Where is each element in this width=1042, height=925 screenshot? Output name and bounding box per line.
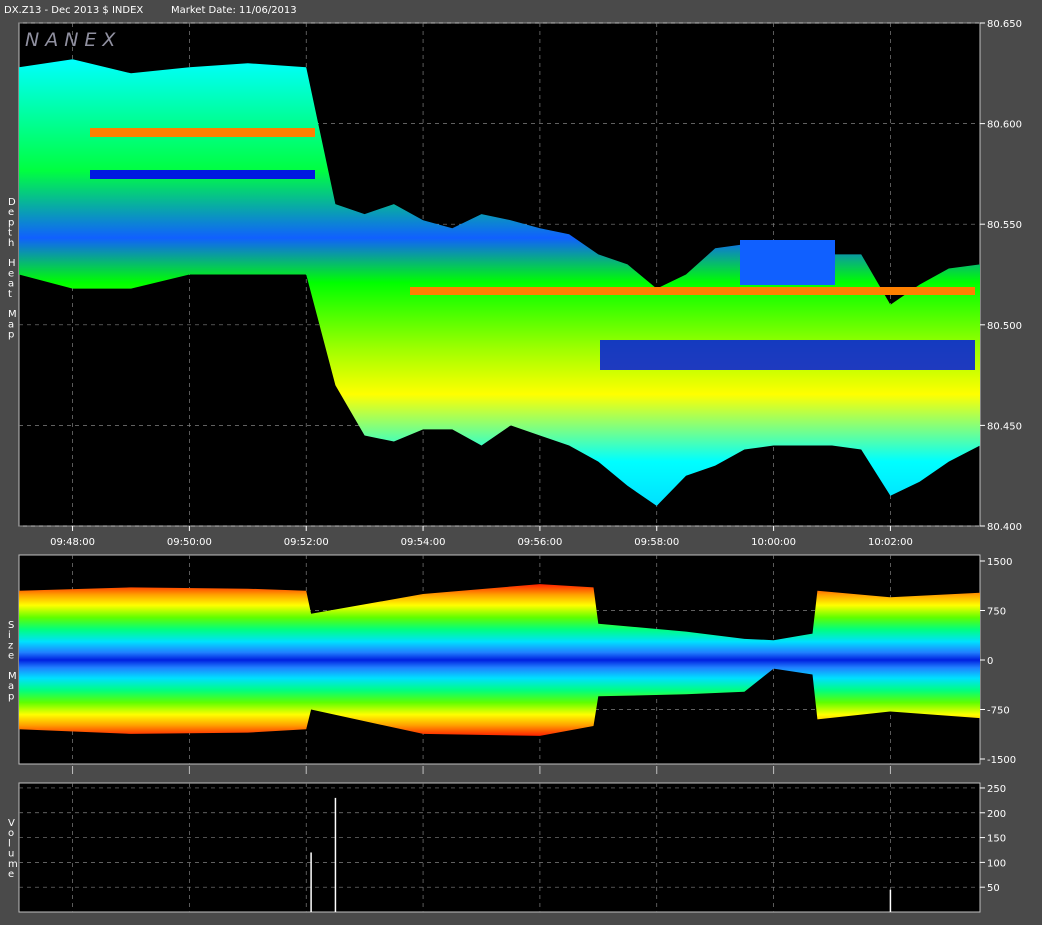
depth-x-tick-label: 09:56:00 (517, 537, 562, 548)
size-map-panel: 1500 750 0 -750 -1500 Size Map (8, 554, 1016, 774)
size-y-axis: 1500 750 0 -750 -1500 (980, 557, 1016, 766)
depth-x-tick-label: 10:00:00 (751, 537, 796, 548)
depth-blue-block (740, 240, 835, 285)
volume-y-label: Volume (8, 818, 18, 880)
volume-panel: 250 200 150 100 50 Volume (8, 782, 1006, 913)
depth-orange-level-top (90, 128, 315, 137)
depth-heat-map-panel: NANEX 09:48:00 09:50:00 09:52:00 09:54:00 09… (8, 19, 1022, 548)
depth-y-tick-label: 80.550 (987, 220, 1022, 231)
size-y-tick-label: -1500 (987, 755, 1016, 766)
depth-y-axis: 80.650 80.600 80.550 80.500 80.450 80.400 (980, 19, 1022, 533)
depth-y-tick-label: 80.650 (987, 19, 1022, 30)
size-y-tick-label: 1500 (987, 557, 1012, 568)
volume-plot-area (18, 782, 981, 913)
depth-y-tick-label: 80.600 (987, 120, 1022, 131)
volume-y-tick-label: 100 (987, 858, 1006, 869)
nanex-watermark: NANEX (25, 29, 121, 51)
volume-y-tick-label: 150 (987, 834, 1006, 845)
depth-blue-level-low (600, 340, 975, 370)
size-y-tick-label: -750 (987, 706, 1010, 717)
depth-x-tick-label: 09:48:00 (50, 537, 95, 548)
depth-x-tick-label: 09:50:00 (167, 537, 212, 548)
depth-x-tick-label: 09:58:00 (634, 537, 679, 548)
volume-y-tick-label: 250 (987, 784, 1006, 795)
volume-y-tick-label: 50 (987, 883, 1000, 894)
depth-blue-level-top (90, 170, 315, 179)
size-y-tick-label: 750 (987, 607, 1006, 618)
chart-canvas: NANEX 09:48:00 09:50:00 09:52:00 09:54:00 09… (8, 19, 1022, 913)
size-envelope (19, 584, 980, 736)
depth-y-tick-label: 80.400 (987, 522, 1022, 533)
depth-x-tick-label: 09:54:00 (401, 537, 446, 548)
depth-y-tick-label: 80.450 (987, 421, 1022, 432)
volume-y-axis: 250 200 150 100 50 (980, 784, 1006, 894)
depth-orange-level-mid (410, 287, 975, 295)
size-y-label: Size Map (8, 620, 17, 702)
size-y-tick-label: 0 (987, 656, 993, 667)
depth-y-tick-label: 80.500 (987, 321, 1022, 332)
depth-x-tick-label: 10:02:00 (868, 537, 913, 548)
depth-x-tick-label: 09:52:00 (284, 537, 329, 548)
volume-y-tick-label: 200 (987, 809, 1006, 820)
depth-y-label: Depth Heat Map (8, 197, 17, 341)
depth-x-axis: 09:48:00 09:50:00 09:52:00 09:54:00 09:56:00… (50, 526, 913, 548)
